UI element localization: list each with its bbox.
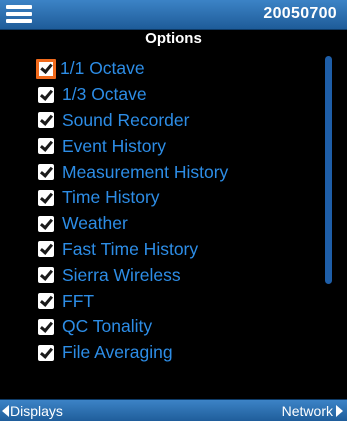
page-title: Options: [145, 30, 202, 47]
network-button[interactable]: Network: [282, 402, 343, 420]
option-item[interactable]: QC Tonality: [36, 314, 306, 340]
options-list: 1/1 Octave 1/3 Octave Sound Recorder Event …: [36, 56, 306, 366]
option-item[interactable]: Sound Recorder: [36, 108, 306, 134]
option-label: Measurement History: [62, 161, 229, 182]
option-item[interactable]: Measurement History: [36, 159, 306, 185]
option-label: Sound Recorder: [62, 109, 190, 130]
hamburger-menu-icon[interactable]: [6, 5, 32, 23]
option-label: Fast Time History: [62, 238, 199, 259]
option-label: Time History: [62, 187, 160, 208]
checkbox-checked-icon[interactable]: [38, 86, 54, 103]
option-label: 1/1 Octave: [60, 58, 145, 79]
checkbox-checked-icon[interactable]: [38, 318, 54, 335]
option-label: Sierra Wireless: [62, 264, 181, 285]
network-label: Network: [281, 403, 333, 419]
option-label: FFT: [62, 290, 95, 311]
serial-number: 20050700: [263, 5, 337, 22]
option-label: Event History: [62, 135, 167, 156]
checkbox-checked-icon[interactable]: [36, 58, 56, 79]
checkbox-checked-icon[interactable]: [38, 215, 54, 232]
option-label: Weather: [62, 213, 128, 234]
menu-line: [6, 12, 32, 16]
option-item[interactable]: FFT: [36, 288, 306, 314]
option-label: File Averaging: [62, 342, 173, 363]
option-item[interactable]: Weather: [36, 211, 306, 237]
right-triangle-icon: [336, 405, 343, 417]
option-item[interactable]: 1/3 Octave: [36, 82, 306, 108]
checkbox-checked-icon[interactable]: [38, 138, 54, 155]
option-label: 1/3 Octave: [62, 84, 147, 105]
checkbox-checked-icon[interactable]: [38, 267, 54, 284]
option-item[interactable]: 1/1 Octave: [36, 56, 306, 82]
checkbox-checked-icon[interactable]: [38, 241, 54, 258]
checkbox-checked-icon[interactable]: [38, 112, 54, 129]
left-triangle-icon: [2, 405, 9, 417]
scrollbar[interactable]: [325, 56, 332, 284]
checkbox-checked-icon[interactable]: [38, 164, 54, 181]
top-bar: 20050700: [0, 0, 347, 30]
option-item[interactable]: Fast Time History: [36, 237, 306, 263]
checkbox-checked-icon[interactable]: [38, 344, 54, 361]
displays-label: Displays: [10, 403, 63, 419]
checkbox-checked-icon[interactable]: [38, 293, 54, 310]
menu-line: [6, 19, 32, 23]
menu-line: [6, 5, 32, 9]
option-label: QC Tonality: [62, 316, 153, 337]
device-screen: 20050700 Options 1/1 Octave 1/3 Octave Sou…: [0, 0, 347, 421]
option-item[interactable]: Sierra Wireless: [36, 262, 306, 288]
option-item[interactable]: Event History: [36, 133, 306, 159]
option-item[interactable]: Time History: [36, 185, 306, 211]
bottom-nav-bar: Displays Network: [0, 399, 347, 421]
checkbox-checked-icon[interactable]: [38, 189, 54, 206]
displays-button[interactable]: Displays: [2, 402, 63, 420]
option-item[interactable]: File Averaging: [36, 340, 306, 366]
